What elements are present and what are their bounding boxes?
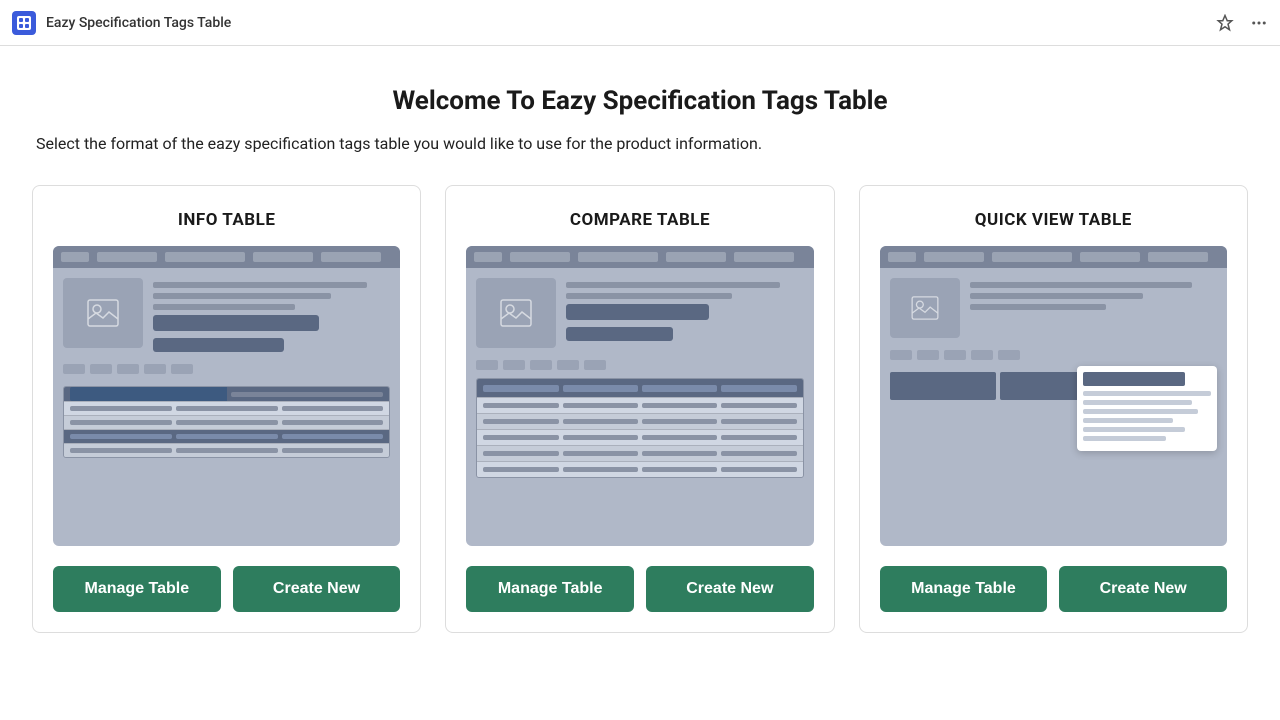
quick-view-table-card: QUICK VIEW TABLE: [859, 185, 1248, 633]
app-title: Eazy Specification Tags Table: [46, 15, 231, 31]
quick-view-table-create-button[interactable]: Create New: [1059, 566, 1227, 612]
topbar-actions: [1216, 14, 1268, 32]
compare-table-buttons: Manage Table Create New: [466, 566, 813, 612]
info-table-create-button[interactable]: Create New: [233, 566, 401, 612]
quick-view-table-title: QUICK VIEW TABLE: [880, 210, 1227, 230]
compare-table-preview: [466, 246, 813, 546]
info-table-preview: [53, 246, 400, 546]
compare-table-create-button[interactable]: Create New: [646, 566, 814, 612]
main-content: Welcome To Eazy Specification Tags Table…: [0, 46, 1280, 720]
more-icon[interactable]: [1250, 14, 1268, 32]
info-table-card: INFO TABLE: [32, 185, 421, 633]
compare-table-manage-button[interactable]: Manage Table: [466, 566, 634, 612]
page-title: Welcome To Eazy Specification Tags Table: [32, 86, 1248, 116]
page-subtitle: Select the format of the eazy specificat…: [32, 134, 1248, 153]
info-table-title: INFO TABLE: [53, 210, 400, 230]
quick-view-table-preview: [880, 246, 1227, 546]
quick-view-table-buttons: Manage Table Create New: [880, 566, 1227, 612]
compare-table-title: COMPARE TABLE: [466, 210, 813, 230]
pin-icon[interactable]: [1216, 14, 1234, 32]
app-icon: [12, 11, 36, 35]
quick-view-overlay: [1077, 366, 1217, 451]
quick-view-table-manage-button[interactable]: Manage Table: [880, 566, 1048, 612]
compare-table-card: COMPARE TABLE: [445, 185, 834, 633]
topbar: Eazy Specification Tags Table: [0, 0, 1280, 46]
info-table-buttons: Manage Table Create New: [53, 566, 400, 612]
info-table-manage-button[interactable]: Manage Table: [53, 566, 221, 612]
topbar-left: Eazy Specification Tags Table: [12, 11, 231, 35]
cards-container: INFO TABLE: [32, 185, 1248, 633]
